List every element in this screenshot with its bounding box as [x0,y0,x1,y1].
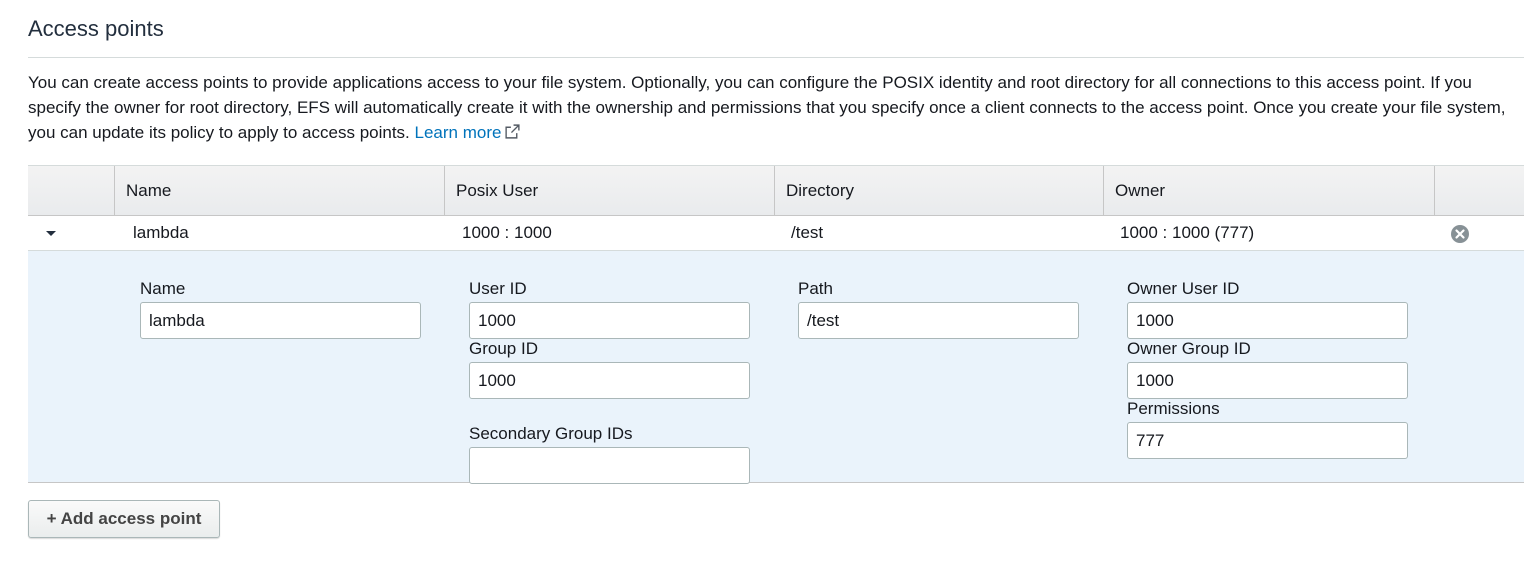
header-name: Name [114,166,444,215]
header-directory: Directory [774,166,1103,215]
owner-user-id-input[interactable] [1127,302,1408,339]
permissions-field-group: Permissions [1127,397,1408,459]
external-link-icon [505,124,521,139]
header-posix-user: Posix User [444,166,774,215]
name-input[interactable] [140,302,421,339]
group-id-label: Group ID [469,339,538,358]
access-points-table: Name Posix User Directory Owner lambda 1… [28,165,1524,484]
row-posix-user: 1000 : 1000 [462,223,552,242]
table-header: Name Posix User Directory Owner [28,165,1524,216]
secondary-group-ids-label: Secondary Group IDs [469,424,633,443]
owner-group-id-label: Owner Group ID [1127,339,1251,358]
group-id-field-group: Group ID [469,337,750,399]
caret-down-icon [46,231,56,236]
table-row[interactable]: lambda 1000 : 1000 /test 1000 : 1000 (77… [28,216,1524,251]
description-text: You can create access points to provide … [28,73,1506,142]
secondary-group-ids-input[interactable] [469,447,750,484]
section-title: Access points [28,16,164,41]
owner-group-id-input[interactable] [1127,362,1408,399]
group-id-input[interactable] [469,362,750,399]
row-owner: 1000 : 1000 (777) [1120,223,1255,242]
learn-more-link[interactable]: Learn more [415,123,522,142]
path-field-group: Path [798,277,1079,339]
owner-group-id-field-group: Owner Group ID [1127,337,1408,399]
path-input[interactable] [798,302,1079,339]
expand-toggle[interactable] [44,216,60,250]
user-id-label: User ID [469,279,527,298]
add-access-point-button[interactable]: + Add access point [28,500,220,538]
name-field-group: Name [140,277,421,339]
permissions-label: Permissions [1127,399,1220,418]
owner-user-id-field-group: Owner User ID [1127,277,1408,339]
remove-circle-icon[interactable] [1450,224,1470,244]
row-directory: /test [791,223,824,242]
access-point-detail-panel: Name User ID Secondary Group IDs Group I… [28,251,1524,484]
user-id-field-group: User ID [469,277,750,339]
permissions-input[interactable] [1127,422,1408,459]
secondary-group-ids-field-group: Secondary Group IDs [469,422,750,484]
header-owner: Owner [1103,166,1434,215]
section-divider [28,57,1524,58]
row-name: lambda [133,223,189,242]
learn-more-label: Learn more [414,123,502,142]
user-id-input[interactable] [469,302,750,339]
name-label: Name [140,279,186,298]
header-expand [28,166,114,215]
header-actions [1434,166,1524,215]
path-label: Path [798,279,833,298]
owner-user-id-label: Owner User ID [1127,279,1240,298]
section-description: You can create access points to provide … [28,70,1508,145]
